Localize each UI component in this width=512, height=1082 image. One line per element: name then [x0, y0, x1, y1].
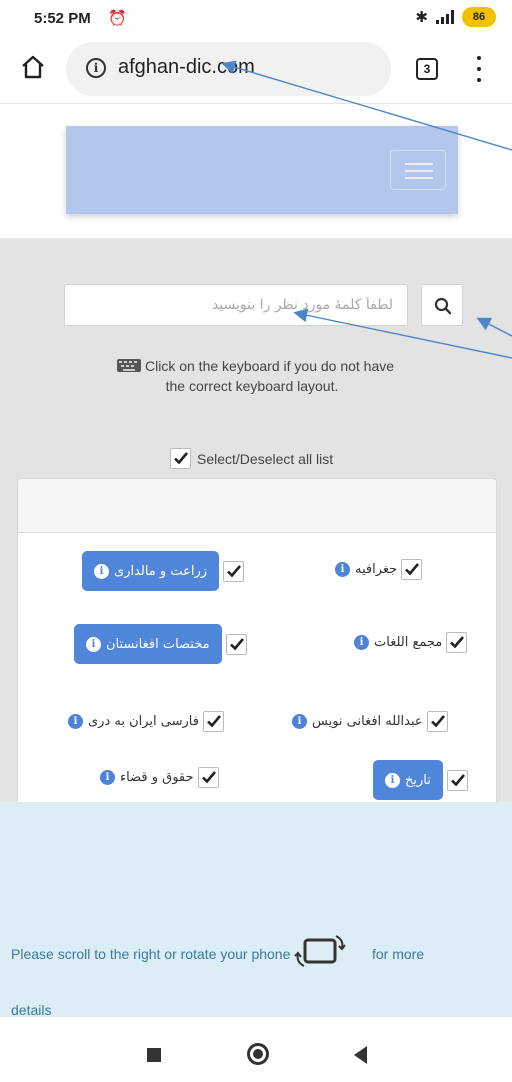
dictionary-checkbox[interactable]	[401, 559, 423, 580]
site-navbar	[66, 126, 458, 214]
page-header	[0, 104, 512, 238]
status-bar: 5:52 PM ⏰ ✱ 86	[0, 0, 512, 36]
checkmark-icon	[229, 637, 244, 650]
bluetooth-icon: ✱	[415, 9, 428, 26]
search-icon	[434, 297, 452, 315]
site-info-icon[interactable]: i	[86, 58, 106, 78]
info-icon[interactable]: i	[335, 562, 350, 577]
dictionary-label: عبدالله افغانی نویس	[312, 714, 423, 729]
dictionary-label: زراعت و مالداری	[114, 563, 208, 579]
select-all-checkbox[interactable]	[170, 448, 191, 469]
keyboard-hint: Click on the keyboard if you do not have…	[117, 356, 417, 396]
dictionary-checkbox[interactable]	[446, 769, 468, 791]
dictionary-button[interactable]: تاریخ i	[373, 760, 443, 800]
dictionary-button[interactable]: مختصات افغانستان i	[74, 624, 222, 664]
back-button[interactable]	[354, 1046, 367, 1064]
dictionary-item[interactable]: حقوق و قضاء i	[100, 767, 219, 788]
dictionary-label: فارسی ایران به دری	[88, 714, 199, 729]
dictionary-list-panel: جغرافیه i زراعت و مالداری i مجمع اللغات …	[17, 478, 497, 818]
dictionary-item[interactable]: مختصات افغانستان i	[74, 624, 247, 664]
address-bar[interactable]: i afghan-dic.com	[66, 42, 391, 96]
notice-text: Please scroll to the right or rotate you…	[11, 946, 291, 962]
rotate-notice: Please scroll to the right or rotate you…	[0, 802, 512, 1018]
dictionary-item[interactable]: مجمع اللغات i	[354, 632, 468, 653]
panel-header	[18, 479, 496, 533]
system-nav-bar	[0, 1017, 512, 1082]
checkmark-icon	[405, 563, 420, 576]
dictionary-checkbox[interactable]	[426, 711, 448, 732]
notice-text-details: details	[11, 1002, 52, 1018]
dictionary-checkbox[interactable]	[202, 711, 224, 732]
info-icon[interactable]: i	[68, 714, 83, 729]
rotate-phone-icon	[294, 935, 346, 967]
tab-switcher-button[interactable]: 3	[416, 58, 438, 80]
info-icon[interactable]: i	[385, 772, 400, 788]
info-icon[interactable]: i	[100, 770, 115, 785]
battery-icon: 86	[462, 7, 496, 27]
checkmark-icon	[201, 771, 216, 784]
dictionary-checkbox[interactable]	[225, 633, 247, 655]
dictionary-item[interactable]: عبدالله افغانی نویس i	[292, 711, 448, 732]
select-all-label: Select/Deselect all list	[197, 450, 334, 467]
dictionary-checkbox[interactable]	[446, 632, 468, 653]
dictionary-item[interactable]: زراعت و مالداری i	[82, 551, 245, 591]
info-icon[interactable]: i	[86, 636, 101, 652]
info-icon[interactable]: i	[292, 714, 307, 729]
hamburger-menu-icon[interactable]	[390, 150, 446, 190]
checkmark-icon	[174, 452, 188, 465]
dictionary-label: جغرافیه	[355, 562, 398, 577]
dictionary-item[interactable]: جغرافیه i	[335, 559, 423, 580]
info-icon[interactable]: i	[94, 563, 109, 579]
home-button[interactable]	[247, 1043, 269, 1065]
alarm-off-icon: ⏰	[108, 10, 127, 27]
search-text-field[interactable]	[65, 285, 407, 325]
url-text[interactable]: afghan-dic.com	[118, 56, 255, 79]
info-icon[interactable]: i	[354, 635, 369, 650]
dictionary-label: حقوق و قضاء	[120, 770, 194, 785]
browser-toolbar: i afghan-dic.com 3	[0, 36, 512, 104]
keyboard-icon[interactable]	[117, 359, 141, 372]
dictionary-label: مختصات افغانستان	[106, 636, 210, 652]
dictionary-item[interactable]: تاریخ i	[373, 760, 468, 800]
search-button[interactable]	[421, 284, 463, 326]
dictionary-button[interactable]: زراعت و مالداری i	[82, 551, 220, 591]
home-icon[interactable]	[20, 54, 46, 80]
select-all-toggle[interactable]: Select/Deselect all list	[170, 448, 333, 469]
search-input[interactable]	[64, 284, 408, 326]
keyboard-hint-line2: the correct keyboard layout.	[165, 378, 339, 394]
checkmark-icon	[450, 773, 465, 786]
status-time: 5:52 PM	[34, 10, 91, 27]
checkmark-icon	[207, 715, 221, 728]
main-content: Click on the keyboard if you do not have…	[0, 238, 512, 818]
dictionary-label: تاریخ	[405, 772, 431, 788]
status-icons: ✱ 86	[415, 7, 496, 27]
checkmark-icon	[227, 564, 242, 577]
checkmark-icon	[450, 636, 465, 649]
dictionary-item[interactable]: فارسی ایران به دری i	[68, 711, 224, 732]
keyboard-hint-line1: Click on the keyboard if you do not have	[145, 358, 395, 374]
recents-button[interactable]	[147, 1048, 161, 1062]
dictionary-label: مجمع اللغات	[374, 635, 443, 650]
notice-text-more: for more	[372, 946, 425, 962]
dictionary-checkbox[interactable]	[223, 560, 245, 582]
signal-icon	[436, 10, 454, 24]
checkmark-icon	[430, 715, 445, 728]
dictionary-checkbox[interactable]	[197, 767, 219, 788]
more-options-icon[interactable]	[476, 56, 482, 82]
